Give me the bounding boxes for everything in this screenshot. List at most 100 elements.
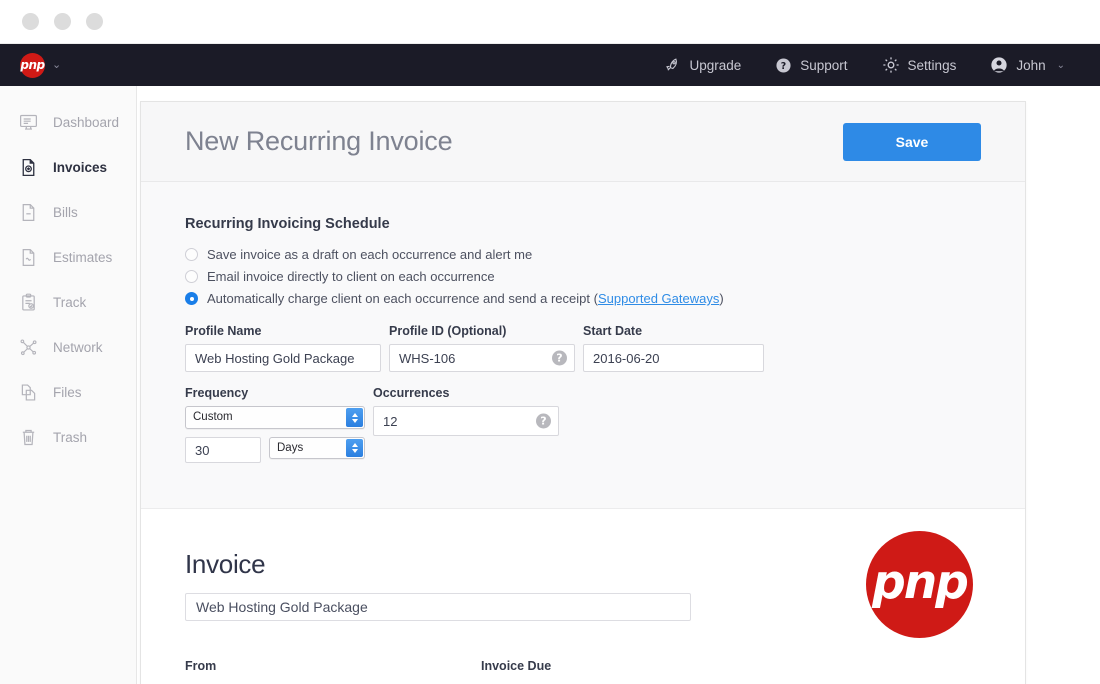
interval-unit-select[interactable]: Days	[269, 437, 365, 459]
close-window-button[interactable]	[22, 13, 39, 30]
rocket-icon	[664, 57, 681, 74]
frequency-select-value: Custom	[193, 411, 233, 423]
recurring-schedule-section: Recurring Invoicing Schedule Save invoic…	[141, 182, 1025, 509]
sidebar: Dashboard Invoices Bills Estimates Track…	[0, 86, 137, 684]
sidebar-label-track: Track	[53, 295, 87, 310]
frequency-fields-row: Frequency Custom Days	[185, 386, 981, 463]
label-start-date: Start Date	[583, 324, 643, 338]
profile-fields-row: Profile Name Profile ID (Optional) ? Sta…	[185, 324, 981, 372]
label-from: From	[185, 659, 217, 673]
profile-id-input[interactable]	[389, 344, 575, 372]
user-circle-icon	[990, 56, 1008, 74]
sidebar-label-trash: Trash	[53, 430, 88, 445]
field-occurrences: Occurrences ?	[373, 386, 559, 463]
radio-label-save-draft: Save invoice as a draft on each occurren…	[207, 247, 533, 262]
chevron-down-icon	[351, 449, 358, 453]
document-plus-icon	[17, 157, 40, 178]
radio-option-save-draft[interactable]: Save invoice as a draft on each occurren…	[185, 247, 981, 262]
sidebar-item-bills[interactable]: Bills	[0, 190, 136, 235]
help-icon[interactable]: ?	[552, 350, 567, 366]
sidebar-item-dashboard[interactable]: Dashboard	[0, 100, 136, 145]
chevron-up-icon	[351, 443, 358, 447]
sidebar-item-track[interactable]: Track	[0, 280, 136, 325]
question-circle-icon: ?	[775, 57, 792, 74]
invoice-columns: From Pens n Pencils Studio Invoice Due D…	[185, 659, 981, 684]
radio-label-email-client: Email invoice directly to client on each…	[207, 269, 495, 284]
radio-label-auto-charge: Automatically charge client on each occu…	[207, 291, 724, 306]
sidebar-item-invoices[interactable]: Invoices	[0, 145, 136, 190]
radio-icon[interactable]	[185, 270, 198, 283]
sidebar-item-network[interactable]: Network	[0, 325, 136, 370]
start-date-input[interactable]	[583, 344, 764, 372]
invoice-section: Invoice From Pens n Pencils Studio Invoi…	[141, 509, 1025, 684]
nav-item-user-john[interactable]: John ⌄	[973, 44, 1082, 86]
window-chrome	[0, 0, 1100, 44]
field-start-date: Start Date	[583, 324, 764, 372]
invoice-from-column: From Pens n Pencils Studio	[185, 659, 481, 684]
frequency-select[interactable]: Custom	[185, 406, 365, 429]
profile-id-input-wrap: ?	[389, 344, 575, 372]
supported-gateways-link[interactable]: Supported Gateways	[598, 291, 719, 306]
label-occurrences: Occurrences	[373, 386, 450, 400]
field-frequency: Frequency Custom Days	[185, 386, 365, 463]
traffic-lights	[22, 13, 103, 30]
invoice-heading: Invoice	[185, 549, 266, 579]
radio-icon[interactable]	[185, 248, 198, 261]
nav-label-settings: Settings	[907, 57, 957, 73]
top-navigation-bar: pnp ⌄ Upgrade ? Support Settings John ⌄	[0, 44, 1100, 86]
files-icon	[17, 382, 40, 403]
radio-option-email-client[interactable]: Email invoice directly to client on each…	[185, 269, 981, 284]
field-profile-name: Profile Name	[185, 324, 381, 372]
section-title-schedule: Recurring Invoicing Schedule	[185, 216, 390, 232]
sidebar-item-trash[interactable]: Trash	[0, 415, 136, 460]
label-invoice-due: Invoice Due	[481, 659, 552, 673]
clipboard-check-icon	[17, 292, 40, 313]
help-icon[interactable]: ?	[536, 413, 551, 429]
sidebar-label-files: Files	[53, 385, 82, 400]
minimize-window-button[interactable]	[54, 13, 71, 30]
invoice-due-column: Invoice Due Due on Receipt	[481, 659, 677, 684]
nav-item-support[interactable]: ? Support	[758, 44, 864, 86]
radio-text-suffix: )	[719, 291, 724, 306]
label-profile-name: Profile Name	[185, 324, 262, 338]
radio-option-auto-charge[interactable]: Automatically charge client on each occu…	[185, 291, 981, 306]
stepper-chevrons-icon[interactable]	[346, 408, 363, 427]
radio-text-auto-charge: Automatically charge client on each occu…	[207, 291, 598, 306]
sidebar-label-bills: Bills	[53, 205, 78, 220]
monitor-icon	[17, 112, 40, 133]
nav-label-support: Support	[800, 57, 848, 73]
top-nav-items: Upgrade ? Support Settings John ⌄	[647, 44, 1082, 86]
sidebar-label-invoices: Invoices	[53, 160, 108, 175]
profile-name-input[interactable]	[185, 344, 381, 372]
chevron-down-icon	[351, 418, 358, 423]
page-title: New Recurring Invoice	[185, 126, 453, 156]
pnp-logo-text: pnp	[872, 555, 969, 610]
stepper-chevrons-icon[interactable]	[346, 439, 363, 457]
interval-unit-value: Days	[277, 442, 304, 454]
save-button[interactable]: Save	[843, 122, 981, 161]
trash-icon	[17, 427, 40, 448]
invoice-name-input[interactable]	[185, 593, 691, 621]
chevron-up-icon	[351, 412, 358, 417]
svg-text:?: ?	[781, 61, 786, 72]
nav-label-upgrade: Upgrade	[689, 57, 742, 73]
maximize-window-button[interactable]	[86, 13, 103, 30]
radio-icon-selected[interactable]	[185, 292, 198, 305]
sidebar-item-files[interactable]: Files	[0, 370, 136, 415]
occurrences-input-wrap: ?	[373, 406, 559, 436]
occurrences-input[interactable]	[373, 406, 559, 436]
sidebar-label-estimates: Estimates	[53, 250, 113, 265]
document-minus-icon	[17, 202, 40, 223]
sidebar-label-dashboard: Dashboard	[53, 115, 120, 130]
sidebar-item-estimates[interactable]: Estimates	[0, 235, 136, 280]
gear-icon	[882, 56, 900, 74]
sidebar-label-network: Network	[53, 340, 103, 355]
nav-item-upgrade[interactable]: Upgrade	[647, 44, 758, 86]
nav-label-user: John	[1016, 57, 1046, 73]
document-tilde-icon	[17, 247, 40, 268]
brand-menu[interactable]: pnp ⌄	[20, 44, 61, 86]
card-header: New Recurring Invoice Save	[141, 102, 1025, 182]
nav-item-settings[interactable]: Settings	[865, 44, 974, 86]
interval-value-input[interactable]	[185, 437, 261, 463]
interval-row: Days	[185, 437, 365, 463]
